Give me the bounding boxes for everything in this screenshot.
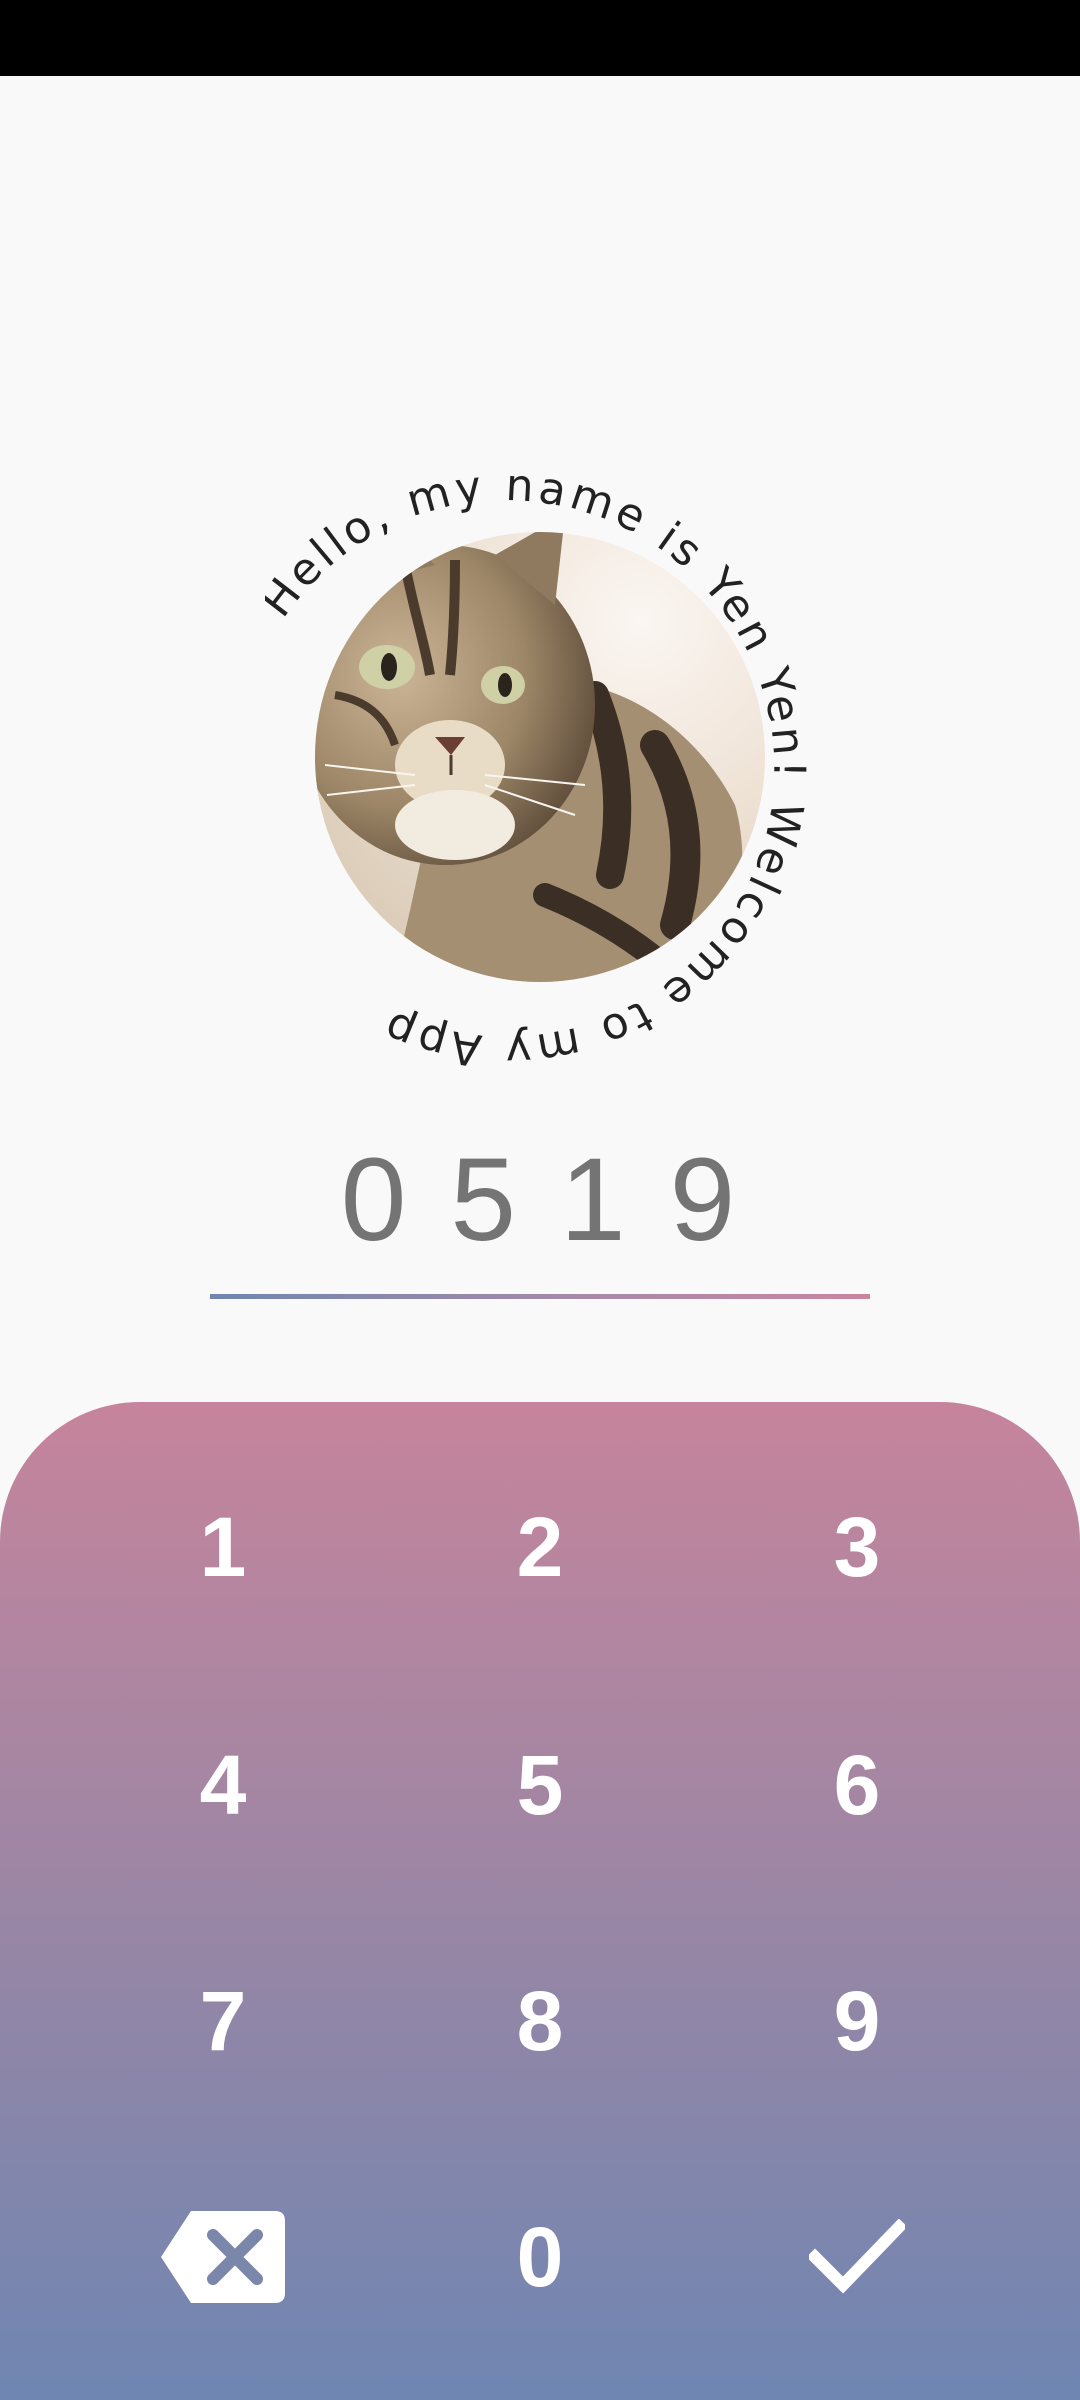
status-bar	[0, 0, 1080, 76]
keypad: 1 2 3 4 5 6 7 8 9 0	[0, 1402, 1080, 2400]
key-9[interactable]: 9	[737, 1936, 977, 2106]
key-0[interactable]: 0	[420, 2172, 660, 2342]
key-3[interactable]: 3	[737, 1462, 977, 1632]
avatar-graphic: Hello, my name is Yen Yen! Welcome to my…	[265, 445, 810, 1075]
key-1[interactable]: 1	[103, 1462, 343, 1632]
key-8[interactable]: 8	[420, 1936, 660, 2106]
key-5[interactable]: 5	[420, 1700, 660, 1870]
confirm-button[interactable]	[737, 2172, 977, 2342]
key-7[interactable]: 7	[103, 1936, 343, 2106]
check-icon	[809, 2219, 905, 2294]
key-4[interactable]: 4	[103, 1700, 343, 1870]
profile-avatar: Hello, my name is Yen Yen! Welcome to my…	[265, 445, 815, 1075]
backspace-icon	[161, 2211, 285, 2303]
pin-value: 0519	[340, 1134, 780, 1266]
pin-underline	[210, 1294, 870, 1299]
key-2[interactable]: 2	[420, 1462, 660, 1632]
backspace-button[interactable]	[103, 2172, 343, 2342]
key-6[interactable]: 6	[737, 1700, 977, 1870]
pin-screen: Hello, my name is Yen Yen! Welcome to my…	[0, 0, 1080, 2400]
